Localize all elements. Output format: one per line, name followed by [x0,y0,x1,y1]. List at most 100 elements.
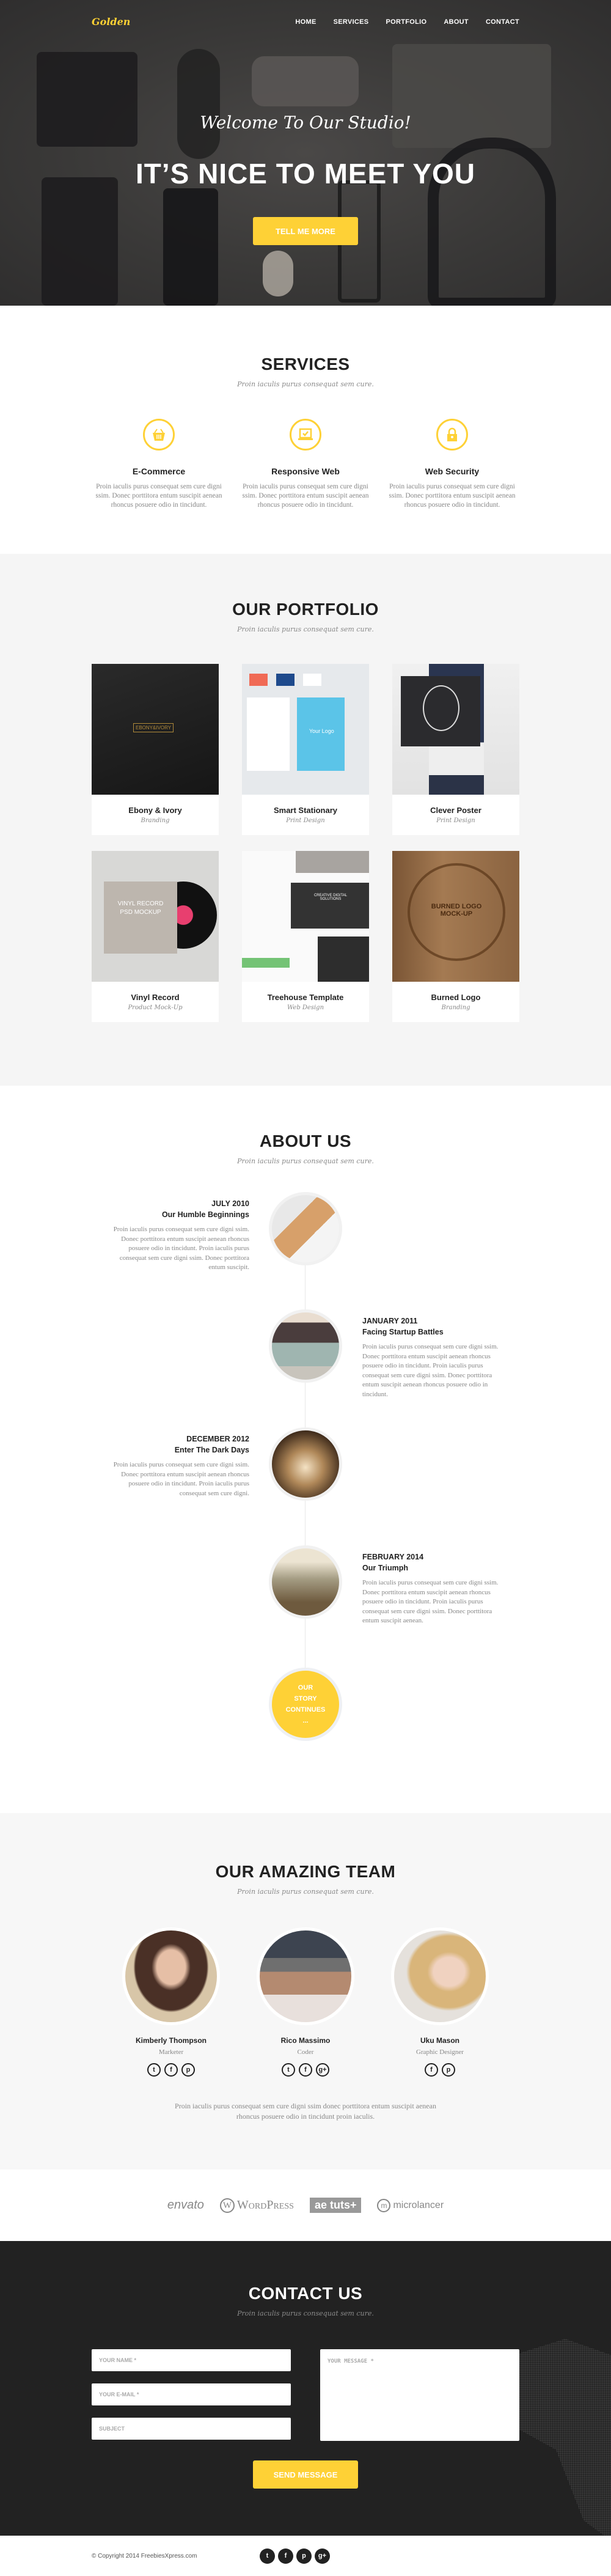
services-section: SERVICES Proin iaculis purus consequat s… [0,306,611,554]
hero-title: IT’S NICE TO MEET YOU [135,158,476,190]
team-subtitle: Proin iaculis purus consequat sem cure. [237,1888,374,1896]
subject-field[interactable] [92,2418,291,2440]
avatar [391,1927,489,2025]
name-field[interactable] [92,2349,291,2371]
portfolio-grid: EBONY&IVORY Ebony & Ivory Branding Your L… [92,664,519,1022]
avatar [257,1927,354,2025]
portfolio-image-burned: BURNED LOGO MOCK-UP [392,851,519,982]
portfolio-item-category: Print Design [286,817,325,824]
portfolio-item[interactable]: BURNED LOGO MOCK-UP Burned Logo Branding [392,851,519,1022]
timeline-text: Proin iaculis purus consequat sem cure d… [362,1343,499,1398]
portfolio-item-category: Product Mock-Up [128,1004,183,1011]
client-microlancer[interactable]: m microlancer [377,2198,444,2212]
timeline-item: DECEMBER 2012 Enter The Dark Days Proin … [92,1427,519,1537]
portfolio-item-title: Burned Logo [431,993,481,1002]
nav-home[interactable]: HOME [295,18,316,26]
service-text: Proin iaculis purus consequat sem cure d… [389,483,516,509]
portfolio-item-category: Web Design [287,1004,324,1011]
service-title: Responsive Web [271,466,340,476]
about-section: ABOUT US Proin iaculis purus consequat s… [0,1086,611,1813]
portfolio-image-vinyl: VINYL RECORD PSD MOCKUP [92,851,219,982]
pinterest-icon[interactable]: p [296,2548,312,2564]
footer-socials: t f p g+ [260,2548,330,2564]
basket-icon [143,419,175,451]
member-name: Kimberly Thompson [135,2036,207,2045]
facebook-icon[interactable]: f [278,2548,293,2564]
member-name: Rico Massimo [280,2036,331,2045]
portfolio-image-treehouse: CREATIVE DIGITAL SOLUTIONS [242,851,369,982]
portfolio-item[interactable]: Clever Poster Print Design [392,664,519,835]
portfolio-title: OUR PORTFOLIO [232,600,379,619]
timeline-heading: Our Humble Beginnings [161,1210,249,1219]
nav-contact[interactable]: CONTACT [486,18,519,26]
client-wordpress[interactable]: W WordPress [219,2198,294,2213]
contact-form [92,2349,519,2452]
portfolio-item-title: Vinyl Record [131,993,180,1002]
team-member: Kimberly Thompson Marketer t f p [119,1927,223,2077]
nav-about[interactable]: ABOUT [444,18,469,26]
story-continues-badge: OUR STORY CONTINUES ... [269,1668,342,1741]
client-envato[interactable]: envato [167,2198,204,2212]
twitter-icon[interactable]: t [260,2548,275,2564]
client-aetuts[interactable]: ae tuts+ [309,2198,362,2213]
portfolio-section: OUR PORTFOLIO Proin iaculis purus conseq… [0,554,611,1086]
member-role: Coder [297,2048,314,2056]
timeline-heading: Our Triumph [362,1564,408,1572]
facebook-icon[interactable]: f [299,2063,312,2077]
logo[interactable]: Golden [92,16,130,28]
about-title: ABOUT US [259,1132,352,1150]
facebook-icon[interactable]: f [164,2063,178,2077]
portfolio-item[interactable]: EBONY&IVORY Ebony & Ivory Branding [92,664,219,835]
services-list: E-Commerce Proin iaculis purus consequat… [92,419,519,510]
pinterest-icon[interactable]: p [442,2063,455,2077]
clients-bar: envato W WordPress ae tuts+ m microlancer [0,2169,611,2241]
hero: Golden HOME SERVICES PORTFOLIO ABOUT CON… [0,0,611,306]
client-microlancer-label: microlancer [393,2199,444,2210]
twitter-icon[interactable]: t [147,2063,161,2077]
timeline-heading: Facing Startup Battles [362,1328,444,1336]
microlancer-icon: m [377,2198,391,2212]
service-title: Web Security [425,466,480,476]
timeline-heading: Enter The Dark Days [174,1446,249,1454]
story-line: STORY [294,1695,317,1702]
facebook-icon[interactable]: f [425,2063,438,2077]
timeline-item: JULY 2010 Our Humble Beginnings Proin ia… [92,1192,519,1302]
google-plus-icon[interactable]: g+ [316,2063,329,2077]
portfolio-item-title: Treehouse Template [267,993,344,1002]
services-subtitle: Proin iaculis purus consequat sem cure. [237,380,374,388]
laptop-check-icon [290,419,321,451]
lock-icon [436,419,468,451]
portfolio-item[interactable]: Your Logo Smart Stationary Print Design [242,664,369,835]
hero-welcome: Welcome To Our Studio! [200,112,411,133]
hero-text: Welcome To Our Studio! IT’S NICE TO MEET… [0,112,611,245]
send-message-button[interactable]: SEND MESSAGE [253,2460,358,2489]
service-text: Proin iaculis purus consequat sem cure d… [95,483,222,509]
contact-subtitle: Proin iaculis purus consequat sem cure. [237,2309,374,2317]
about-subtitle: Proin iaculis purus consequat sem cure. [237,1157,374,1165]
copyright: © Copyright 2014 FreebiesXpress.com [92,2552,197,2559]
team-section: OUR AMAZING TEAM Proin iaculis purus con… [0,1813,611,2169]
nav-menu: HOME SERVICES PORTFOLIO ABOUT CONTACT [295,18,519,26]
service-title: E-Commerce [132,466,186,476]
twitter-icon[interactable]: t [282,2063,295,2077]
team-note: Proin iaculis purus consequat sem cure d… [175,2102,436,2121]
nav-portfolio[interactable]: PORTFOLIO [386,18,426,26]
email-field[interactable] [92,2383,291,2405]
services-title: SERVICES [261,355,350,374]
service-item: Web Security Proin iaculis purus consequ… [385,419,519,510]
portfolio-subtitle: Proin iaculis purus consequat sem cure. [237,625,374,633]
service-text: Proin iaculis purus consequat sem cure d… [242,483,369,509]
nav-services[interactable]: SERVICES [334,18,369,26]
pinterest-icon[interactable]: p [181,2063,195,2077]
team-member: Rico Massimo Coder t f g+ [254,1927,357,2077]
timeline-date: FEBRUARY 2014 [362,1553,424,1561]
message-field[interactable] [320,2349,519,2441]
portfolio-item[interactable]: VINYL RECORD PSD MOCKUP Vinyl Record Prod… [92,851,219,1022]
portfolio-image-ebony: EBONY&IVORY [92,664,219,795]
timeline-image [269,1192,342,1265]
google-plus-icon[interactable]: g+ [315,2548,330,2564]
portfolio-image-stationary: Your Logo [242,664,369,795]
tell-me-more-button[interactable]: TELL ME MORE [253,217,358,245]
portfolio-image-poster [392,664,519,795]
portfolio-item[interactable]: CREATIVE DIGITAL SOLUTIONS Treehouse Tem… [242,851,369,1022]
